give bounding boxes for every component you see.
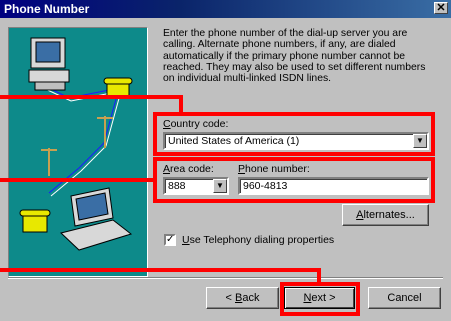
alternates-button[interactable]: Alternates... [342,204,429,226]
utility-pole-icon [41,116,113,176]
close-icon[interactable]: ✕ [434,2,448,14]
highlight-phone-fields [153,157,435,203]
callout-line-next [0,268,321,272]
window-title: Phone Number [4,2,90,16]
laptop-icon [59,187,133,251]
telephony-label[interactable]: Use Telephony dialing properties [182,234,334,246]
network-illustration [8,27,148,277]
callout-line-phone [0,178,155,182]
callout-line-country [0,95,183,99]
callout-line-next-vertical [317,268,321,284]
computer-icon [28,37,70,91]
cancel-button[interactable]: Cancel [368,287,441,309]
telephony-checkbox[interactable]: ✓ [164,234,176,246]
callout-line-country-vertical [179,95,183,115]
highlight-country-code [153,112,435,156]
telephone-icon [19,209,51,233]
separator [8,277,443,279]
highlight-next-button [280,282,360,316]
title-bar: Phone Number ✕ [0,0,451,18]
instructions-text: Enter the phone number of the dial-up se… [163,28,426,85]
back-button[interactable]: < Back [206,287,279,309]
